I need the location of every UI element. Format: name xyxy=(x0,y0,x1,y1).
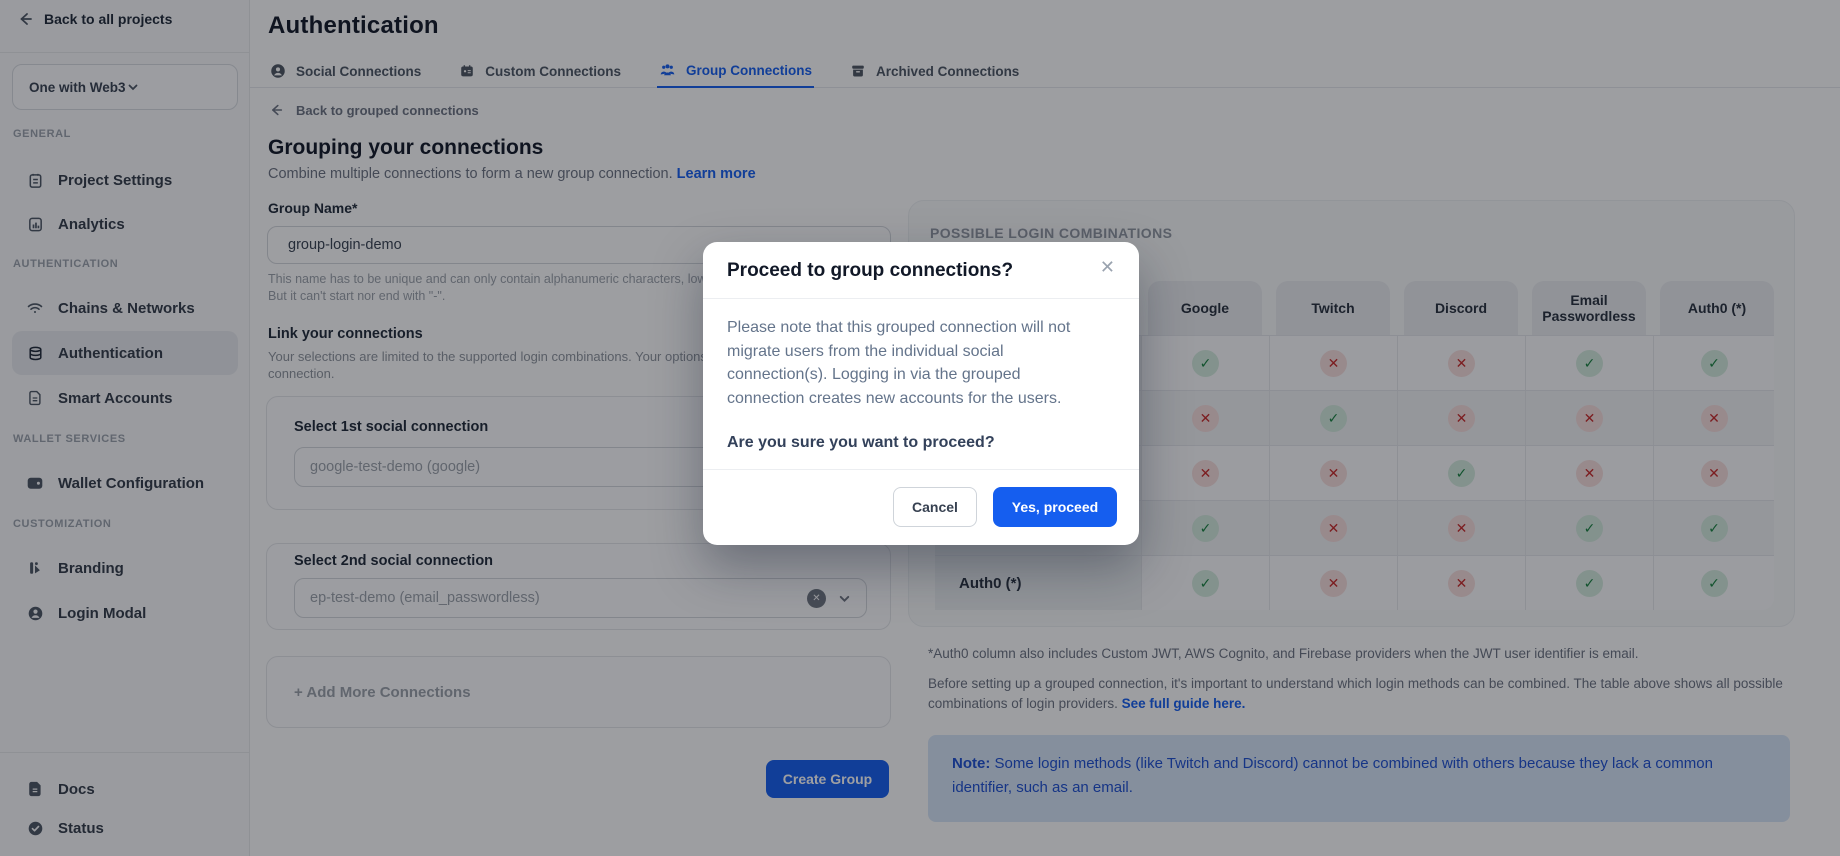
dialog-body-line: connection creates new accounts for the … xyxy=(727,387,1117,411)
dialog-body-line: migrate users from the individual social xyxy=(727,340,1117,364)
dialog-title: Proceed to group connections? xyxy=(727,260,1013,282)
dialog-question: Are you sure you want to proceed? xyxy=(727,431,1117,455)
close-icon[interactable]: ✕ xyxy=(1096,253,1119,282)
dialog-divider-top xyxy=(703,298,1139,299)
dialog-body: Please note that this grouped connection… xyxy=(727,316,1117,455)
dialog-footer: Cancel Yes, proceed xyxy=(703,469,1139,545)
cancel-button[interactable]: Cancel xyxy=(893,487,977,527)
confirm-button[interactable]: Yes, proceed xyxy=(993,487,1117,527)
confirm-dialog: Proceed to group connections? ✕ Please n… xyxy=(703,242,1139,545)
dialog-body-line: Please note that this grouped connection… xyxy=(727,316,1117,340)
app-window: Back to all projects One with Web3Auth (… xyxy=(0,0,1840,856)
dialog-body-line: connection(s). Logging in via the groupe… xyxy=(727,363,1117,387)
